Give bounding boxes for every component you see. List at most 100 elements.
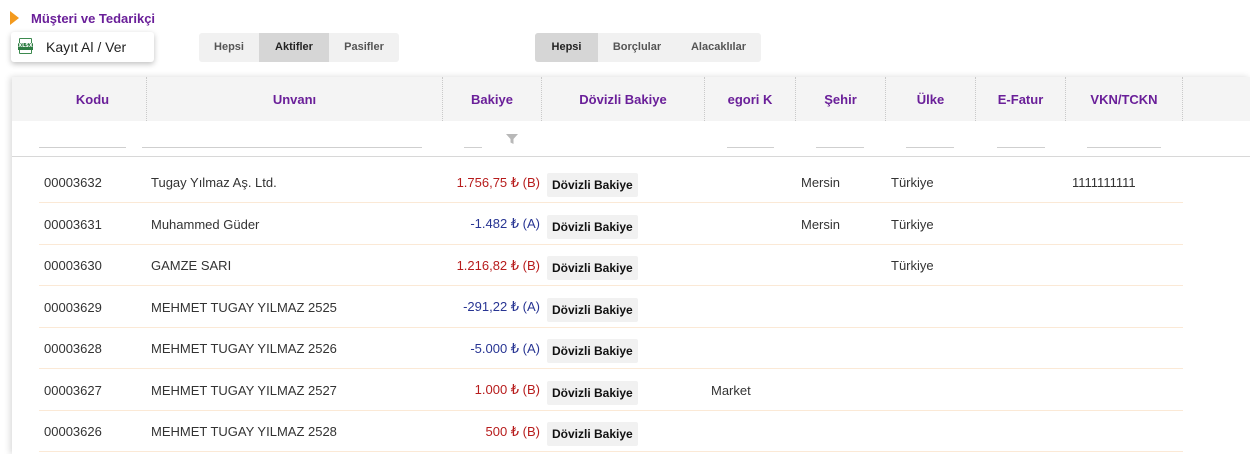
fx-balance-button[interactable]: Dövizli Bakiye [547, 380, 638, 405]
fx-balance-button[interactable]: Dövizli Bakiye [547, 256, 638, 280]
export-import-button[interactable]: XLSX Kayıt Al / Ver [11, 32, 154, 62]
accounts-grid: Kodu Unvanı Bakiye Dövizli Bakiye egori … [12, 77, 1250, 454]
cell-balance: 500 ₺ (B) [485, 423, 540, 439]
table-row[interactable]: 00003630 GAMZE SARI 1.216,82 ₺ (B) Türkiye D… [39, 245, 1183, 286]
table-row[interactable]: 00003627 MEHMET TUGAY YILMAZ 2527 1.000 ₺ … [39, 370, 1183, 411]
cell-balance: 1.000 ₺ (B) [474, 382, 540, 397]
fx-balance-button[interactable]: Dövizli Bakiye [547, 173, 638, 197]
column-header-fx-balance[interactable]: Dövizli Bakiye [542, 77, 705, 121]
cell-name: MEHMET TUGAY YILMAZ 2525 [151, 299, 337, 315]
column-header-efatura[interactable]: E-Fatur [976, 77, 1066, 121]
cell-code: 00003631 [44, 216, 102, 232]
table-row[interactable]: 00003632 Tugay Yılmaz Aş. Ltd. 1.756,75 ₺ … [39, 162, 1183, 203]
page-title: Müşteri ve Tedarikçi [31, 10, 156, 26]
filter-funnel-icon[interactable] [506, 134, 518, 144]
cell-category: Market [711, 382, 751, 398]
cell-country: Türkiye [891, 258, 934, 273]
cell-category [711, 411, 801, 452]
status-filter-active[interactable]: Aktifler [259, 33, 329, 62]
cell-efatura [981, 370, 1069, 411]
balance-filter-creditors[interactable]: Alacaklılar [676, 33, 761, 62]
table-row[interactable]: 00003626 MEHMET TUGAY YILMAZ 2528 500 ₺ (B… [39, 411, 1183, 452]
cell-code: 00003626 [44, 424, 102, 439]
balance-filter-all[interactable]: Hepsi [535, 33, 598, 62]
excel-xlsx-icon: XLSX [18, 38, 34, 56]
filter-input-country[interactable] [906, 147, 954, 148]
cell-city [801, 245, 889, 286]
column-header-name[interactable]: Unvanı [147, 77, 443, 121]
cell-city [801, 328, 889, 369]
fx-balance-button[interactable]: Dövizli Bakiye [547, 422, 638, 446]
balance-filter-debtors[interactable]: Borçlular [598, 33, 676, 62]
cell-efatura [981, 162, 1069, 203]
cell-vkn [1072, 370, 1182, 411]
cell-code: 00003627 [44, 382, 102, 398]
cell-city: Mersin [801, 175, 841, 190]
cell-name: MEHMET TUGAY YILMAZ 2527 [151, 382, 337, 398]
cell-category [711, 204, 801, 245]
filter-input-name[interactable] [142, 147, 422, 148]
cell-balance: 1.756,75 ₺ (B) [456, 174, 540, 190]
cell-vkn [1072, 204, 1182, 245]
cell-balance: -291,22 ₺ (A) [463, 299, 540, 314]
status-filter: Hepsi Aktifler Pasifler [199, 33, 399, 62]
cell-efatura [981, 328, 1069, 369]
fx-balance-button[interactable]: Dövizli Bakiye [547, 214, 638, 239]
cell-efatura [981, 245, 1069, 286]
cell-efatura [981, 204, 1069, 245]
cell-name: Muhammed Güder [151, 216, 260, 232]
filter-input-category[interactable] [727, 147, 774, 148]
grid-header: Kodu Unvanı Bakiye Dövizli Bakiye egori … [12, 77, 1250, 121]
table-row[interactable]: 00003628 MEHMET TUGAY YILMAZ 2526 -5.000 ₺… [39, 328, 1183, 369]
cell-category [711, 245, 801, 286]
column-header-country[interactable]: Ülke [886, 77, 976, 121]
cell-vkn [1072, 245, 1182, 286]
cell-country: Türkiye [891, 175, 934, 190]
cell-code: 00003632 [44, 175, 102, 190]
cell-name: GAMZE SARI [151, 258, 232, 273]
cell-code: 00003629 [44, 299, 102, 315]
table-row[interactable]: 00003631 Muhammed Güder -1.482 ₺ (A) Mersin… [39, 204, 1183, 245]
cell-vkn [1072, 411, 1182, 452]
cell-city: Mersin [801, 216, 841, 232]
cell-category [711, 287, 801, 328]
column-header-code[interactable]: Kodu [39, 77, 147, 121]
column-header-category[interactable]: egori K [705, 77, 796, 121]
triangle-right-icon [10, 11, 19, 25]
filter-input-vkn[interactable] [1087, 147, 1161, 148]
cell-name: Tugay Yılmaz Aş. Ltd. [151, 175, 277, 190]
cell-vkn [1072, 328, 1182, 369]
cell-country [891, 328, 979, 369]
cell-balance: 1.216,82 ₺ (B) [456, 257, 540, 273]
cell-efatura [981, 287, 1069, 328]
cell-country [891, 370, 979, 411]
cell-city [801, 370, 889, 411]
fx-balance-button[interactable]: Dövizli Bakiye [547, 297, 638, 322]
cell-city [801, 287, 889, 328]
cell-name: MEHMET TUGAY YILMAZ 2528 [151, 424, 337, 439]
status-filter-passive[interactable]: Pasifler [329, 33, 399, 62]
filter-input-city[interactable] [816, 147, 864, 148]
cell-code: 00003628 [44, 341, 102, 356]
cell-balance: -1.482 ₺ (A) [470, 216, 540, 231]
page-header: Müşteri ve Tedarikçi [10, 9, 155, 27]
column-header-city[interactable]: Şehir [796, 77, 886, 121]
fx-balance-button[interactable]: Dövizli Bakiye [547, 339, 638, 363]
filter-input-code[interactable] [39, 147, 126, 148]
cell-country [891, 287, 979, 328]
status-filter-all[interactable]: Hepsi [199, 33, 259, 62]
cell-country: Türkiye [891, 216, 934, 232]
cell-city [801, 411, 889, 452]
cell-efatura [981, 411, 1069, 452]
column-header-vkn[interactable]: VKN/TCKN [1066, 77, 1183, 121]
cell-country [891, 411, 979, 452]
table-row[interactable]: 00003629 MEHMET TUGAY YILMAZ 2525 -291,22 … [39, 287, 1183, 328]
cell-vkn [1072, 287, 1182, 328]
cell-balance: -5.000 ₺ (A) [470, 340, 540, 356]
grid-filter-row [12, 121, 1250, 157]
column-header-balance[interactable]: Bakiye [443, 77, 542, 121]
filter-input-balance[interactable] [464, 147, 482, 148]
filter-input-efatura[interactable] [997, 147, 1045, 148]
cell-category [711, 162, 801, 203]
cell-vkn: 1111111111 [1072, 175, 1136, 190]
